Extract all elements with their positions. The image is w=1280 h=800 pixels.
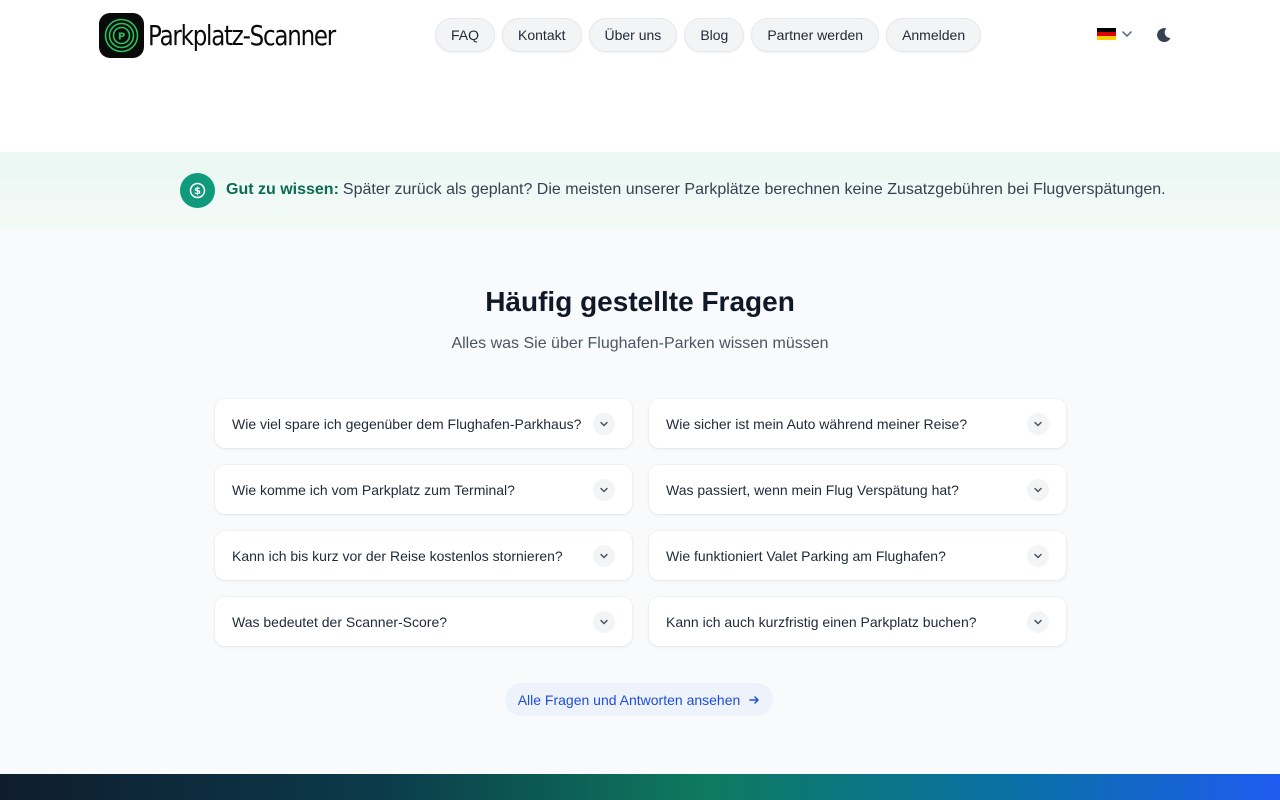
nav-item-partner-werden[interactable]: Partner werden (751, 18, 880, 52)
faq-question: Wie komme ich vom Parkplatz zum Terminal… (232, 481, 515, 498)
banner-strong-label: Gut zu wissen: (226, 181, 339, 198)
faq-item[interactable]: Kann ich bis kurz vor der Reise kostenlo… (215, 531, 632, 580)
site-header: P Parkplatz-Scanner FAQ Kontakt Über uns… (0, 0, 1280, 72)
faq-title: Häufig gestellte Fragen (485, 286, 795, 317)
chevron-down-icon (593, 478, 615, 501)
chevron-down-icon (1027, 544, 1049, 567)
nav-item-anmelden[interactable]: Anmelden (886, 18, 982, 52)
all-questions-label: Alle Fragen und Antworten ansehen (517, 691, 741, 708)
chevron-down-icon (1027, 610, 1049, 633)
nav-item-kontakt[interactable]: Kontakt (502, 18, 582, 52)
chevron-down-icon (1027, 412, 1049, 435)
banner-text: Gut zu wissen: Später zurück als geplant?… (226, 181, 1166, 199)
moon-icon (1157, 28, 1171, 43)
faq-item[interactable]: Wie sicher ist mein Auto während meiner … (649, 399, 1066, 448)
faq-question: Was passiert, wenn mein Flug Verspätung … (666, 481, 959, 498)
faq-item[interactable]: Wie komme ich vom Parkplatz zum Terminal… (215, 465, 632, 514)
main-nav: FAQ Kontakt Über uns Blog Partner werden… (435, 18, 982, 52)
faq-question: Kann ich auch kurzfristig einen Parkplat… (666, 613, 977, 630)
svg-text:P: P (118, 32, 125, 43)
svg-text:$: $ (194, 186, 201, 197)
chevron-down-icon (593, 544, 615, 567)
banner-message: Später zurück als geplant? Die meisten u… (342, 181, 1166, 198)
faq-question: Kann ich bis kurz vor der Reise kostenlo… (232, 547, 563, 564)
faq-item[interactable]: Was bedeutet der Scanner-Score? (215, 597, 632, 646)
logo[interactable]: P Parkplatz-Scanner (99, 13, 376, 58)
faq-item[interactable]: Wie funktioniert Valet Parking am Flugha… (649, 531, 1066, 580)
logo-text: Parkplatz-Scanner (148, 19, 336, 52)
dollar-circle-icon: $ (180, 173, 215, 208)
all-questions-link[interactable]: Alle Fragen und Antworten ansehen (505, 683, 773, 716)
language-selector[interactable] (1097, 27, 1134, 41)
faq-question: Wie funktioniert Valet Parking am Flugha… (666, 547, 946, 564)
parking-radar-icon: P (104, 18, 139, 53)
nav-item-faq[interactable]: FAQ (435, 18, 496, 52)
faq-subtitle: Alles was Sie über Flughafen-Parken wiss… (451, 335, 829, 352)
german-flag-icon (1097, 28, 1116, 40)
chevron-down-icon (1122, 31, 1132, 37)
nav-item-blog[interactable]: Blog (684, 18, 745, 52)
faq-item[interactable]: Kann ich auch kurzfristig einen Parkplat… (649, 597, 1066, 646)
footer-gradient-strip (0, 774, 1280, 800)
arrow-right-icon (749, 695, 760, 704)
faq-question: Was bedeutet der Scanner-Score? (232, 613, 448, 630)
nav-item-ueber-uns[interactable]: Über uns (588, 18, 678, 52)
faq-question: Wie viel spare ich gegenüber dem Flughaf… (232, 415, 582, 432)
info-banner: $ Gut zu wissen: Später zurück als geplan… (0, 152, 1280, 230)
faq-section: Häufig gestellte Fragen Alles was Sie üb… (0, 230, 1280, 774)
faq-question: Wie sicher ist mein Auto während meiner … (666, 415, 968, 432)
logo-badge: P (99, 13, 144, 58)
chevron-down-icon (1027, 478, 1049, 501)
chevron-down-icon (593, 412, 615, 435)
faq-grid: Wie viel spare ich gegenüber dem Flughaf… (215, 399, 1066, 646)
faq-item[interactable]: Wie viel spare ich gegenüber dem Flughaf… (215, 399, 632, 448)
faq-item[interactable]: Was passiert, wenn mein Flug Verspätung … (649, 465, 1066, 514)
chevron-down-icon (593, 610, 615, 633)
theme-toggle-button[interactable] (1153, 24, 1175, 46)
